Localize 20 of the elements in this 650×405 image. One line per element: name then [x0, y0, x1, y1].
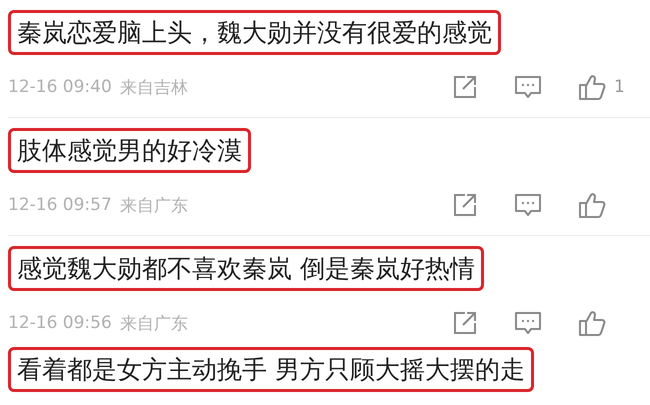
share-icon[interactable]: [452, 192, 478, 218]
thumbs-up-icon[interactable]: [578, 191, 606, 219]
comment-time: 12-16 09:56: [8, 313, 112, 333]
like-count: 1: [614, 77, 626, 97]
share-icon[interactable]: [452, 74, 478, 100]
comment-text: 秦岚恋爱脑上头，魏大勋并没有很爱的感觉: [8, 10, 501, 55]
comment-icon[interactable]: [514, 310, 542, 336]
comment-text: 感觉魏大勋都不喜欢秦岚 倒是秦岚好热情: [8, 246, 484, 291]
share-icon[interactable]: [452, 310, 478, 336]
thumbs-up-icon[interactable]: [578, 309, 606, 337]
comment-text: 看着都是女方主动挽手 男方只顾大摇大摆的走: [8, 347, 534, 392]
comment-time: 12-16 09:57: [8, 195, 112, 215]
comment-icon[interactable]: [514, 74, 542, 100]
comment-location: 来自广东: [120, 194, 188, 216]
comment-location: 来自吉林: [120, 76, 188, 98]
thumbs-up-icon[interactable]: [578, 73, 606, 101]
comment-icon[interactable]: [514, 192, 542, 218]
comment-text: 肢体感觉男的好冷漠: [8, 128, 251, 173]
comment-location: 来自广东: [120, 312, 188, 334]
comment-time: 12-16 09:40: [8, 77, 112, 97]
